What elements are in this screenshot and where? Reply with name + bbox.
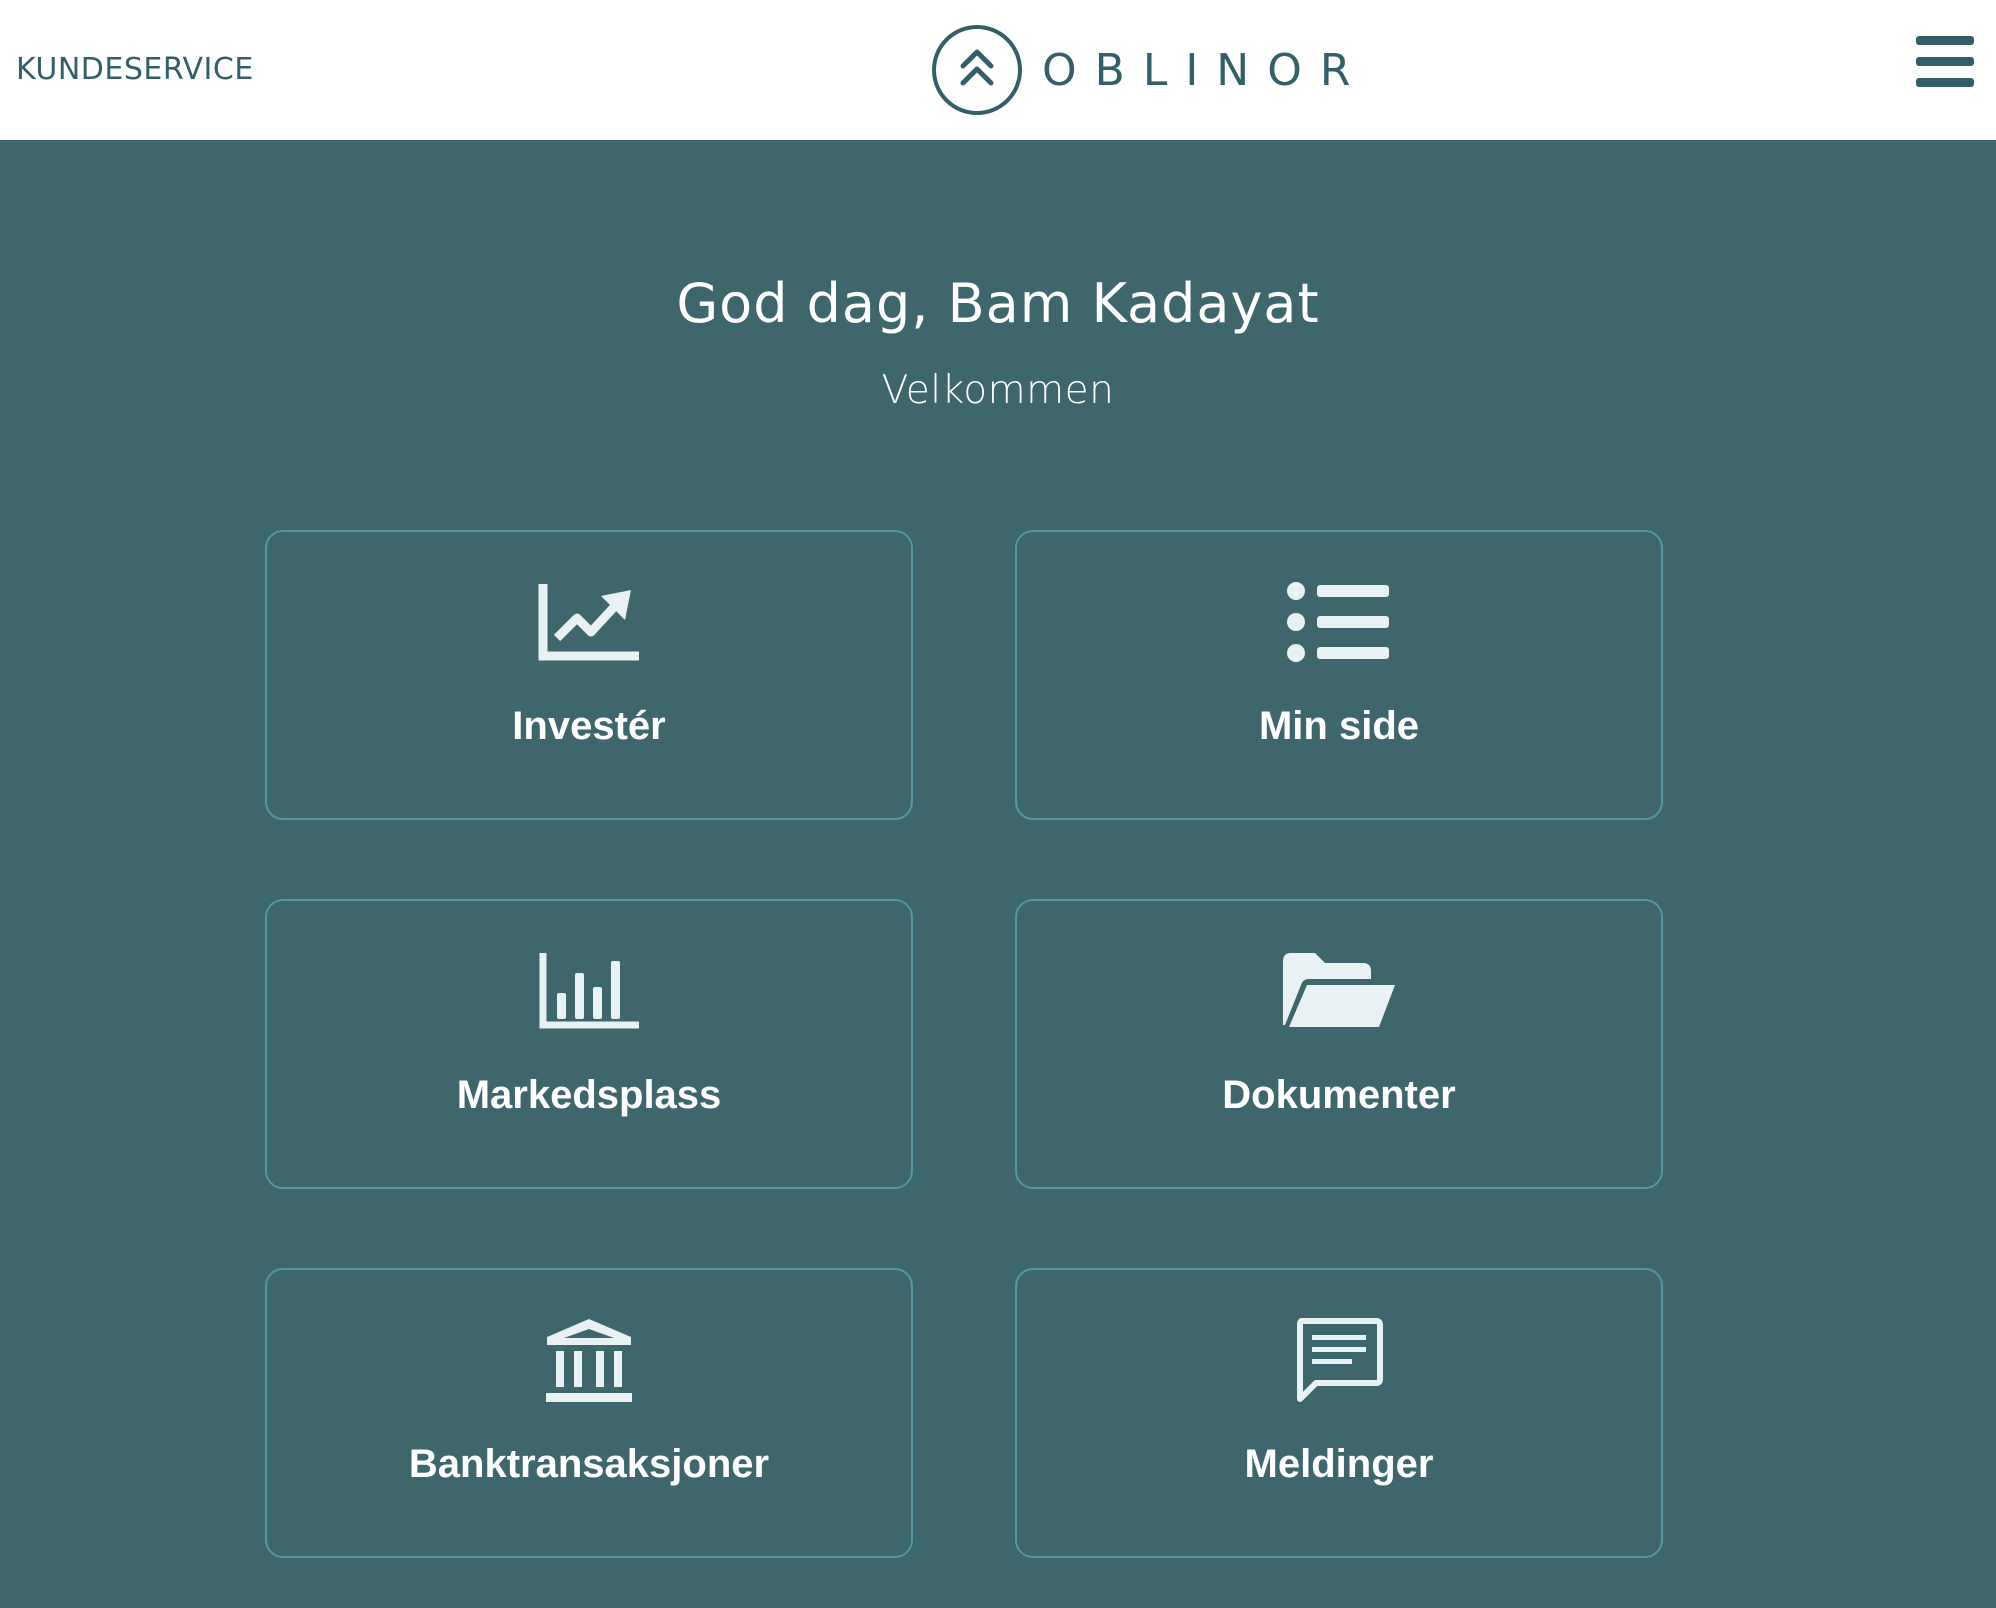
list-icon [1017, 572, 1661, 672]
menu-bar [1916, 36, 1974, 45]
message-icon [1017, 1310, 1661, 1410]
tile-label: Investér [512, 704, 666, 748]
tile-markedsplass[interactable]: Markedsplass [265, 899, 913, 1189]
greeting-heading: God dag, Bam Kadayat [676, 272, 1320, 335]
menu-bar [1916, 78, 1974, 87]
welcome-subtitle: Velkommen [881, 368, 1115, 413]
tile-meldinger[interactable]: Meldinger [1015, 1268, 1663, 1558]
logo[interactable]: OBLINOR [930, 20, 1368, 120]
double-chevron-up-icon [932, 25, 1022, 115]
tile-min-side[interactable]: Min side [1015, 530, 1663, 820]
bar-chart-icon [267, 941, 911, 1041]
tile-label: Banktransaksjoner [408, 1442, 770, 1486]
brand-name: OBLINOR [1042, 44, 1369, 96]
folder-open-icon [1017, 941, 1661, 1041]
tile-label: Meldinger [1244, 1442, 1434, 1486]
customer-service-link[interactable]: KUNDESERVICE [16, 52, 254, 87]
tile-dokumenter[interactable]: Dokumenter [1015, 899, 1663, 1189]
tile-invester[interactable]: Investér [265, 530, 913, 820]
tile-label: Min side [1258, 704, 1420, 748]
bank-icon [267, 1310, 911, 1410]
tile-banktransaksjoner[interactable]: Banktransaksjoner [265, 1268, 913, 1558]
hamburger-menu-button[interactable] [1916, 36, 1974, 88]
trending-up-chart-icon [267, 572, 911, 672]
tile-label: Markedsplass [456, 1073, 722, 1117]
header: KUNDESERVICE OBLINOR [0, 0, 1996, 140]
tile-label: Dokumenter [1222, 1073, 1456, 1117]
menu-bar [1916, 57, 1974, 66]
